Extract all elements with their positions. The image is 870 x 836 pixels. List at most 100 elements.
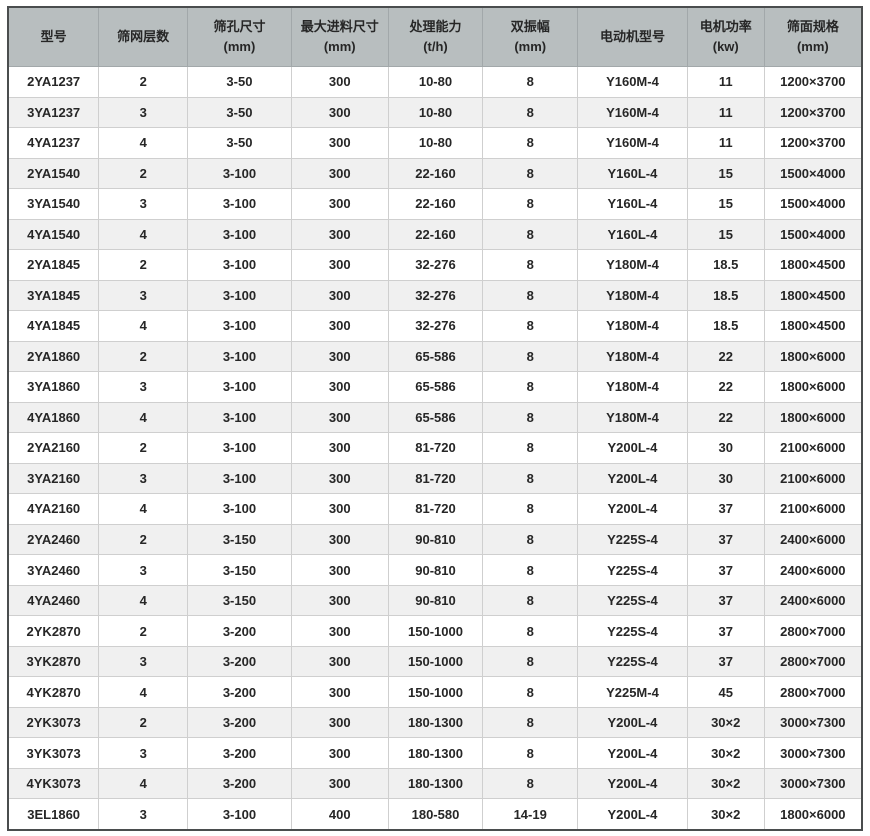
table-cell: 11 [687,97,764,128]
column-header-label: 筛孔尺寸 [213,19,265,34]
table-row: 4YA154043-10030022-1608Y160L-4151500×400… [9,219,861,250]
model-cell: 4YA1845 [9,311,99,342]
table-cell: 2400×6000 [764,524,861,555]
table-cell: Y225S-4 [578,585,688,616]
column-header-label: 最大进料尺寸 [301,19,379,34]
table-cell: 10-80 [388,67,483,98]
table-row: 4YA184543-10030032-2768Y180M-418.51800×4… [9,311,861,342]
table-cell: 3-100 [188,341,292,372]
table-cell: 3-100 [188,158,292,189]
table-cell: Y200L-4 [578,768,688,799]
table-cell: 1200×3700 [764,97,861,128]
table-cell: 300 [291,67,388,98]
table-cell: 8 [483,341,578,372]
table-cell: 300 [291,250,388,281]
model-cell: 3YK2870 [9,646,99,677]
table-cell: 30 [687,433,764,464]
table-cell: 2100×6000 [764,494,861,525]
table-cell: Y200L-4 [578,738,688,769]
column-header: 电动机型号 [578,8,688,67]
table-cell: Y180M-4 [578,250,688,281]
table-row: 2YA186023-10030065-5868Y180M-4221800×600… [9,341,861,372]
table-cell: 45 [687,677,764,708]
table-cell: 8 [483,677,578,708]
table-cell: 3 [99,555,188,586]
table-cell: 32-276 [388,280,483,311]
model-cell: 2YA1237 [9,67,99,98]
column-header-label: 筛面规格 [787,19,839,34]
table-cell: Y180M-4 [578,341,688,372]
table-cell: 2800×7000 [764,646,861,677]
model-cell: 4YA1237 [9,128,99,159]
table-cell: 90-810 [388,585,483,616]
model-cell: 2YK3073 [9,707,99,738]
table-cell: 3 [99,463,188,494]
table-cell: 22-160 [388,158,483,189]
table-cell: 4 [99,494,188,525]
table-cell: 81-720 [388,463,483,494]
model-cell: 3YA2160 [9,463,99,494]
table-cell: 300 [291,433,388,464]
table-cell: 90-810 [388,555,483,586]
table-cell: 65-586 [388,372,483,403]
model-cell: 2YK2870 [9,616,99,647]
table-cell: 300 [291,219,388,250]
table-cell: 300 [291,646,388,677]
column-header-label: 电动机型号 [600,29,665,44]
table-cell: 300 [291,585,388,616]
table-cell: 65-586 [388,341,483,372]
table-cell: 11 [687,128,764,159]
table-row: 3YA184533-10030032-2768Y180M-418.51800×4… [9,280,861,311]
table-row: 4YK287043-200300150-10008Y225M-4452800×7… [9,677,861,708]
table-cell: Y225S-4 [578,555,688,586]
column-header: 双振幅(mm) [483,8,578,67]
table-row: 3YA123733-5030010-808Y160M-4111200×3700 [9,97,861,128]
table-cell: 3-100 [188,494,292,525]
table-cell: 2 [99,158,188,189]
table-cell: 1500×4000 [764,158,861,189]
table-cell: 150-1000 [388,616,483,647]
table-cell: 65-586 [388,402,483,433]
table-cell: 300 [291,707,388,738]
table-cell: 8 [483,311,578,342]
spec-table: 型号筛网层数筛孔尺寸(mm)最大进料尺寸(mm)处理能力(t/h)双振幅(mm)… [9,8,861,829]
table-cell: 4 [99,677,188,708]
table-cell: 1800×6000 [764,799,861,829]
table-cell: 300 [291,311,388,342]
model-cell: 3YA1860 [9,372,99,403]
table-cell: 150-1000 [388,646,483,677]
table-cell: 4 [99,768,188,799]
table-cell: 4 [99,402,188,433]
table-cell: 81-720 [388,433,483,464]
table-cell: Y160M-4 [578,97,688,128]
table-cell: 8 [483,128,578,159]
table-cell: Y200L-4 [578,799,688,829]
model-cell: 4YK2870 [9,677,99,708]
table-cell: 37 [687,524,764,555]
table-cell: 8 [483,463,578,494]
table-cell: 2100×6000 [764,463,861,494]
model-cell: 3EL1860 [9,799,99,829]
table-cell: 3 [99,372,188,403]
table-cell: 300 [291,280,388,311]
table-row: 3YA246033-15030090-8108Y225S-4372400×600… [9,555,861,586]
model-cell: 4YA2160 [9,494,99,525]
column-header: 筛网层数 [99,8,188,67]
table-cell: 180-1300 [388,738,483,769]
table-cell: 18.5 [687,280,764,311]
table-cell: 30×2 [687,799,764,829]
table-cell: 30 [687,463,764,494]
table-cell: 3 [99,799,188,829]
table-row: 2YA246023-15030090-8108Y225S-4372400×600… [9,524,861,555]
table-body: 2YA123723-5030010-808Y160M-4111200×37003… [9,67,861,830]
column-header-unit: (mm) [190,37,289,57]
table-cell: 3 [99,646,188,677]
table-row: 3EL186033-100400180-58014-19Y200L-430×21… [9,799,861,829]
table-cell: 3 [99,97,188,128]
column-header-unit: (mm) [767,37,859,57]
table-cell: 22-160 [388,189,483,220]
table-cell: Y200L-4 [578,463,688,494]
table-cell: 2 [99,341,188,372]
table-cell: 2 [99,616,188,647]
table-cell: 300 [291,128,388,159]
